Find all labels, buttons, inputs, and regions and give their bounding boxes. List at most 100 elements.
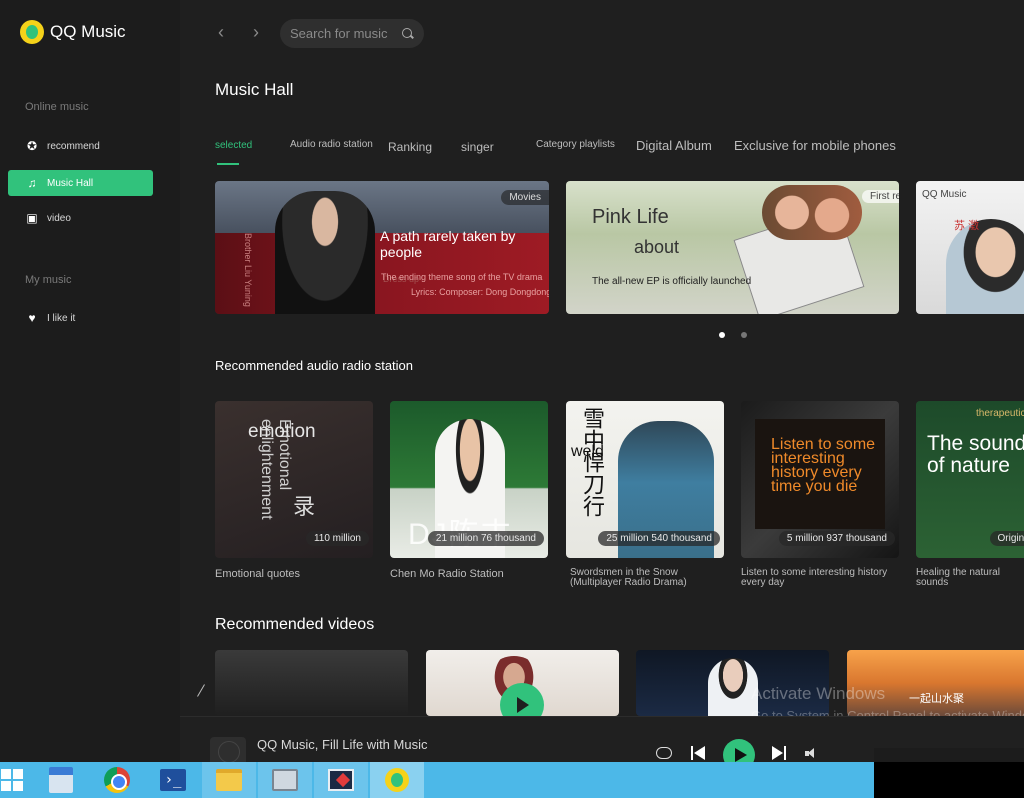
banner-pink-life[interactable]: Pink Life about The all-new EP is offici…: [566, 181, 899, 314]
radio-label[interactable]: Listen to some interesting history every…: [741, 568, 906, 588]
chrome-icon: [104, 767, 130, 793]
radio-play-count: 5 million 937 thousand: [778, 531, 895, 546]
radio-play-count: Original: [989, 531, 1024, 546]
taskbar-tray: [874, 762, 1024, 798]
sidebar-item-recommend[interactable]: ✪ recommend: [8, 133, 153, 159]
banner-title: Pink Life: [592, 206, 669, 228]
task-manager-icon: [272, 769, 298, 791]
radio-cover-glyph: 录: [293, 494, 316, 519]
radio-section-title: Recommended audio radio station: [215, 358, 414, 373]
tab-audio-radio-station[interactable]: Audio radio station: [290, 139, 373, 150]
taskbar-task-manager[interactable]: [258, 762, 312, 798]
banner-artist-image: [946, 219, 1024, 314]
forward-arrow-icon[interactable]: ›: [253, 22, 259, 43]
windows-logo-icon: [1, 769, 23, 791]
banner-title: A path rarely taken by people: [380, 228, 516, 260]
radio-card-history[interactable]: Listen to some interesting history every…: [741, 401, 899, 558]
tab-exclusive-mobile[interactable]: Exclusive for mobile phones: [734, 138, 896, 153]
tab-digital-album[interactable]: Digital Album: [636, 138, 712, 153]
qq-music-logo-icon: [20, 20, 44, 44]
music-note-icon: ♫: [27, 176, 37, 190]
taskbar-powershell[interactable]: ›_: [146, 762, 200, 798]
banner-about: about: [634, 237, 680, 257]
radio-play-count: 25 million 540 thousand: [598, 531, 720, 546]
sidebar-item-label: video: [47, 212, 71, 224]
sidebar-item-video[interactable]: ▣ video: [8, 205, 153, 231]
banner-subtitle: The all-new EP is officially launched: [592, 276, 752, 287]
sidebar-item-label: I like it: [47, 312, 76, 324]
video-icon: ▣: [26, 211, 38, 225]
online-music-heading: Online music: [25, 101, 89, 113]
radio-label[interactable]: Healing the natural sounds: [916, 568, 1024, 588]
taskbar-chrome[interactable]: [90, 762, 144, 798]
radio-label[interactable]: Chen Mo Radio Station: [390, 568, 504, 580]
carousel-dot-2[interactable]: [741, 332, 747, 338]
banner-artists-image: [762, 185, 862, 240]
volume-icon[interactable]: [805, 748, 817, 758]
banner-qq-music[interactable]: QQ Music 苏 澂: [916, 181, 1024, 314]
star-icon: ✪: [26, 139, 38, 153]
carousel-dot-1[interactable]: [719, 332, 725, 338]
sidebar-item-label: Music Hall: [47, 177, 94, 189]
banner-drama[interactable]: Movies Brother Liu Yuning Dress up A pat…: [215, 181, 549, 314]
resize-grip-icon[interactable]: [197, 684, 205, 697]
taskbar-server-manager[interactable]: [34, 762, 88, 798]
active-tab-indicator: [217, 163, 239, 165]
tab-singer[interactable]: singer: [461, 140, 494, 154]
snipping-tool-icon: [328, 769, 354, 791]
radio-card-emotional-quotes[interactable]: Emotional enlightenment emotion 录 110 mi…: [215, 401, 373, 558]
radio-cover-tag: therapeutic: [976, 408, 1024, 419]
activate-windows-title: Activate Windows: [751, 684, 886, 703]
tab-selected[interactable]: selected: [215, 140, 252, 151]
banner-tag: First release Exclusive style: [862, 190, 899, 203]
video-card-3[interactable]: [636, 650, 829, 716]
video-card-2[interactable]: [426, 650, 619, 716]
app-brand[interactable]: QQ Music: [20, 20, 126, 44]
taskbar-file-explorer[interactable]: [202, 762, 256, 798]
radio-card-chen-mo[interactable]: DJ陈末 21 million 76 thousand: [390, 401, 548, 558]
taskbar-snipping-tool[interactable]: [314, 762, 368, 798]
banner-tag: Movies: [501, 190, 549, 205]
taskbar: ›_: [0, 762, 874, 798]
sidebar-item-i-like-it[interactable]: ♥ I like it: [8, 305, 153, 331]
page-title: Music Hall: [215, 80, 294, 99]
banner-subtitle: The ending theme song of the TV drama: [381, 272, 543, 282]
heart-icon: ♥: [28, 311, 36, 325]
tab-category-playlists[interactable]: Category playlists: [536, 139, 615, 150]
radio-card-nature-sounds[interactable]: therapeutic The sound of nature Original: [916, 401, 1024, 558]
main-content: ‹ › Music Hall selected Audio radio stat…: [180, 0, 1024, 716]
radio-cover-text: weld: [571, 443, 604, 460]
windows-start-button[interactable]: [0, 762, 36, 798]
server-manager-icon: [49, 767, 73, 793]
previous-track-icon[interactable]: [691, 746, 705, 760]
banner-brand: 苏 澂: [954, 220, 980, 232]
radio-card-swordsmen[interactable]: 雪中悍刀行 weld 25 million 540 thousand: [566, 401, 724, 558]
back-arrow-icon[interactable]: ‹: [218, 22, 224, 43]
search-box[interactable]: [280, 19, 424, 48]
radio-label[interactable]: Emotional quotes: [215, 568, 300, 580]
search-icon[interactable]: [402, 27, 414, 40]
radio-label[interactable]: Swordsmen in the Snow (Multiplayer Radio…: [570, 568, 726, 588]
player-bar: QQ Music, Fill Life with Music: [180, 716, 874, 771]
radio-cover-text: emotion: [248, 421, 316, 442]
sidebar: QQ Music Online music ✪ recommend ♫ Musi…: [0, 0, 180, 762]
video-card-4[interactable]: 一起山水聚: [847, 650, 1024, 716]
sidebar-item-label: recommend: [47, 140, 100, 152]
album-art-icon[interactable]: [210, 737, 246, 763]
next-track-icon[interactable]: [772, 746, 786, 760]
search-input[interactable]: [290, 26, 398, 41]
video-card-1[interactable]: [215, 650, 408, 716]
qq-music-icon: [385, 768, 409, 792]
my-music-heading: My music: [25, 274, 72, 286]
tab-ranking[interactable]: Ranking: [388, 140, 432, 154]
powershell-icon: ›_: [160, 769, 186, 791]
taskbar-qq-music[interactable]: [370, 762, 424, 798]
loop-icon[interactable]: [656, 747, 672, 759]
radio-play-count: 110 million: [305, 531, 369, 546]
radio-cover-text: The sound of nature: [927, 432, 1024, 477]
radio-cover-text: Listen to some interesting history every…: [771, 436, 876, 495]
now-playing-text: QQ Music, Fill Life with Music: [257, 737, 428, 752]
video-section-title: Recommended videos: [215, 616, 375, 633]
player-bar-right-lower: [874, 748, 1024, 762]
sidebar-item-music-hall[interactable]: ♫ Music Hall: [8, 170, 153, 196]
